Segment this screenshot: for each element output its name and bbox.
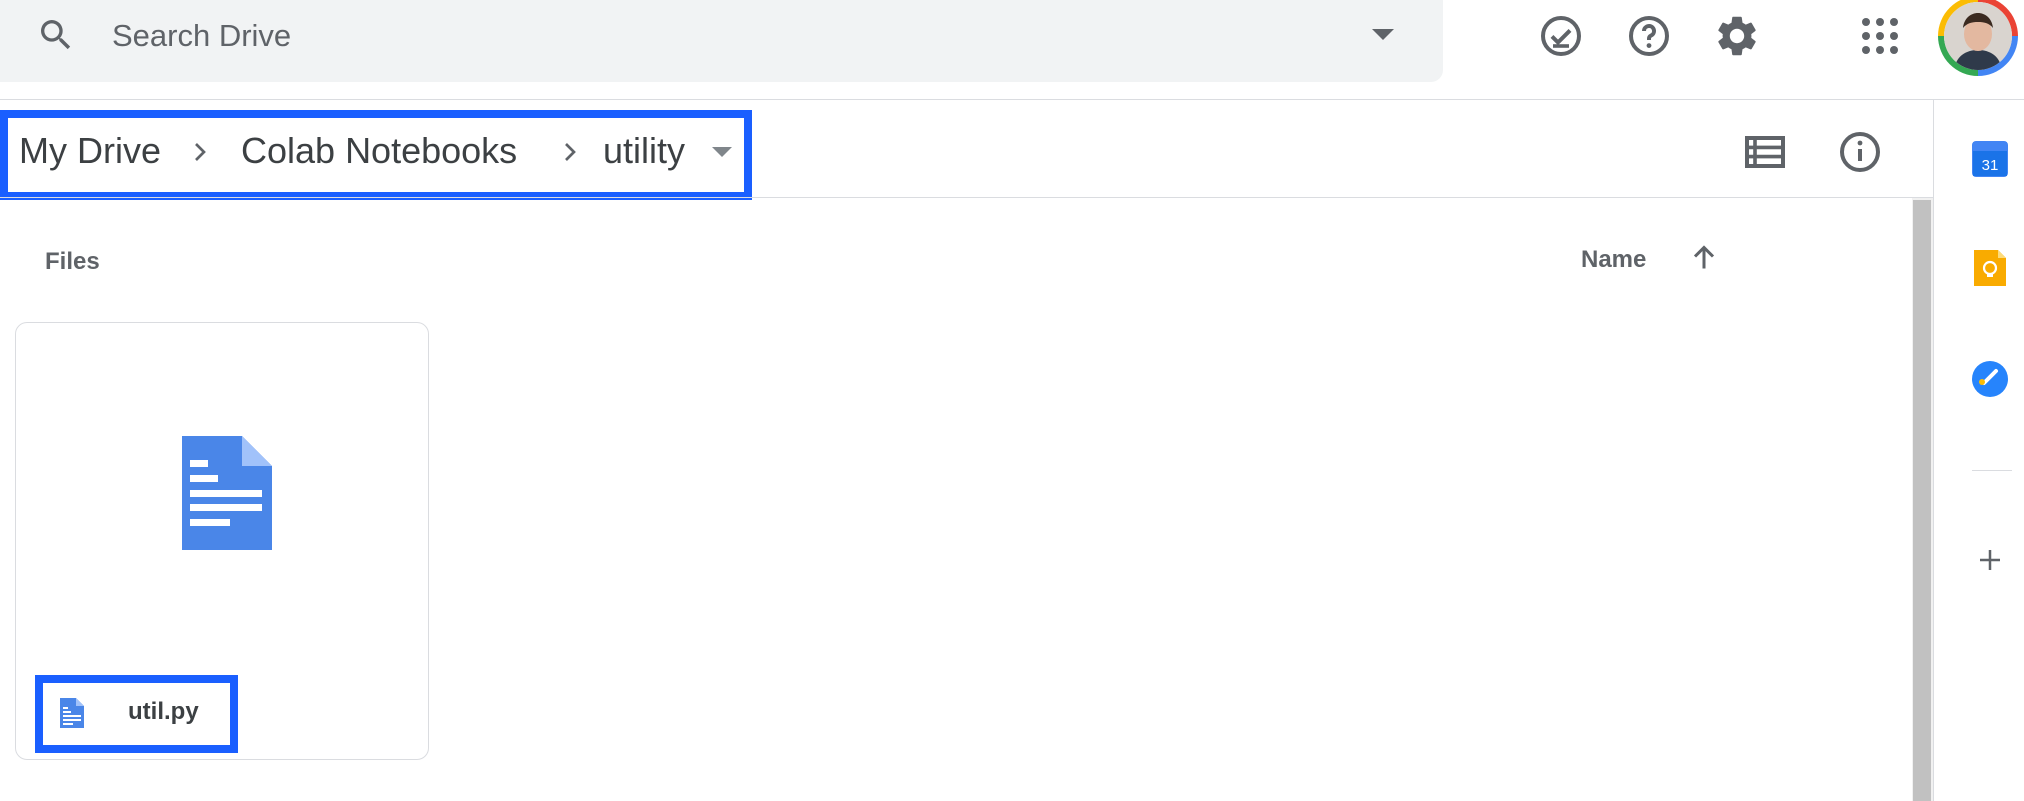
side-panel-divider (1972, 470, 2012, 471)
apps-grid-icon[interactable] (1856, 12, 1904, 60)
search-icon[interactable] (36, 15, 76, 55)
breadcrumb-utility[interactable]: utility (603, 130, 685, 172)
list-view-icon[interactable] (1741, 128, 1789, 176)
folder-menu-caret-icon[interactable] (712, 147, 732, 157)
search-input[interactable] (112, 14, 1312, 58)
arrow-up-icon[interactable] (1686, 240, 1722, 276)
search-options-icon[interactable] (1372, 29, 1394, 40)
side-panel: 31 (1933, 100, 2024, 801)
toolbar-divider (0, 197, 1933, 198)
add-icon[interactable] (1970, 540, 2010, 580)
details-info-icon[interactable] (1836, 128, 1884, 176)
calendar-icon[interactable]: 31 (1970, 139, 2010, 179)
settings-icon[interactable] (1713, 12, 1761, 60)
files-section-label: Files (45, 248, 100, 275)
sort-by-name-button[interactable]: Name (1581, 246, 1646, 274)
avatar-photo (1944, 2, 2012, 70)
keep-icon[interactable] (1970, 248, 2010, 288)
document-preview-icon (182, 436, 272, 550)
breadcrumb-colab-notebooks[interactable]: Colab Notebooks (241, 130, 517, 172)
breadcrumb: My Drive Colab Notebooks utility (0, 110, 752, 200)
chevron-right-icon (565, 143, 576, 161)
account-avatar[interactable] (1938, 0, 2018, 76)
scrollbar-thumb[interactable] (1913, 200, 1931, 801)
header-divider (0, 99, 2024, 100)
document-icon (60, 698, 84, 728)
offline-ready-icon[interactable] (1537, 12, 1585, 60)
breadcrumb-my-drive[interactable]: My Drive (19, 130, 161, 172)
tasks-icon[interactable] (1970, 359, 2010, 399)
svg-text:31: 31 (1982, 157, 1999, 174)
chevron-right-icon (195, 143, 206, 161)
help-icon[interactable] (1625, 12, 1673, 60)
file-name-label[interactable]: util.py (128, 698, 199, 726)
search-bar[interactable] (0, 0, 1443, 82)
